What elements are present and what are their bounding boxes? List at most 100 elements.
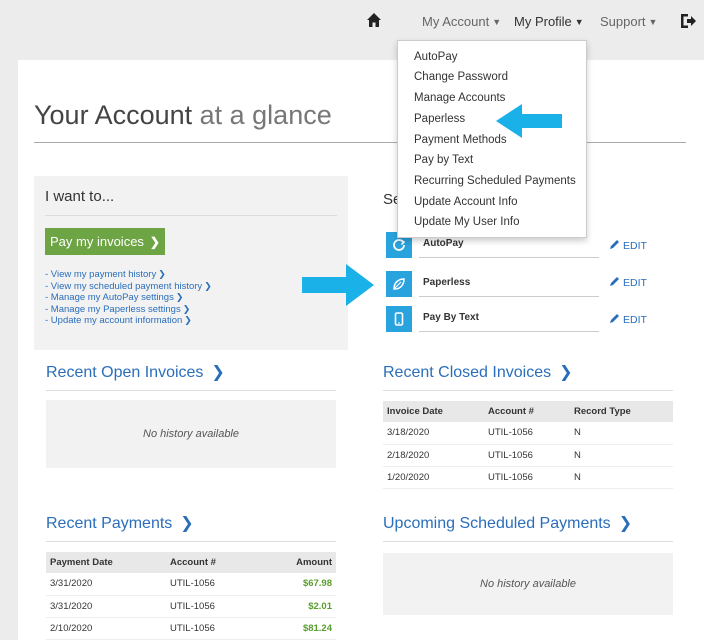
empty-message: No history available xyxy=(143,428,239,440)
quick-links: - View my payment history ❯ - View my sch… xyxy=(45,269,212,327)
chevron-right-icon: ❯ xyxy=(180,515,194,532)
invoice-date-cell: 1/20/2020 xyxy=(383,466,484,489)
table-row: 3/18/2020 UTIL-1056 N xyxy=(383,422,673,445)
phone-icon xyxy=(386,306,412,332)
page-title: Your Account at a glance xyxy=(34,100,332,131)
setting-row-paperless: Paperless xyxy=(386,271,600,297)
invoice-date-cell: 2/18/2020 xyxy=(383,444,484,467)
upcoming-scheduled-payments-title[interactable]: Upcoming Scheduled Payments ❯ xyxy=(383,513,632,533)
menu-item-update-account-info[interactable]: Update Account Info xyxy=(414,196,518,208)
menu-item-paperless[interactable]: Paperless xyxy=(414,113,465,125)
link-update-account-info[interactable]: - Update my account information ❯ xyxy=(45,315,212,327)
nav-support-label: Support xyxy=(600,14,646,29)
divider xyxy=(419,257,599,258)
caret-down-icon: ▼ xyxy=(574,17,584,27)
nav-my-account[interactable]: My Account ▼ xyxy=(422,14,501,29)
chevron-right-icon: ❯ xyxy=(158,269,166,279)
account-cell: UTIL-1056 xyxy=(484,422,570,445)
chevron-right-icon: ❯ xyxy=(559,364,573,381)
chevron-right-icon: ❯ xyxy=(211,364,225,381)
edit-paperless-link[interactable]: EDIT xyxy=(609,276,647,289)
setting-label: AutoPay xyxy=(423,238,464,249)
page-title-light: at a glance xyxy=(192,100,332,130)
table-row: 2/18/2020 UTIL-1056 N xyxy=(383,444,673,467)
divider xyxy=(383,390,673,391)
nav-my-account-label: My Account xyxy=(422,14,490,29)
table-header-row: Payment Date Account # Amount xyxy=(46,552,336,573)
divider xyxy=(419,296,599,297)
link-label: - View my scheduled payment history xyxy=(45,280,203,292)
edit-autopay-link[interactable]: EDIT xyxy=(609,239,647,252)
account-cell: UTIL-1056 xyxy=(484,466,570,489)
closed-invoices-table: Invoice Date Account # Record Type 3/18/… xyxy=(383,401,673,489)
menu-item-update-my-user-info[interactable]: Update My User Info xyxy=(414,216,519,228)
section-title-label: Recent Closed Invoices xyxy=(383,364,552,381)
divider xyxy=(46,390,336,391)
column-header: Invoice Date xyxy=(383,401,484,422)
link-label: - Manage my Paperless settings xyxy=(45,303,181,315)
section-title-label: Recent Open Invoices xyxy=(46,364,204,381)
open-invoices-empty: No history available xyxy=(46,400,336,468)
account-cell: UTIL-1056 xyxy=(166,595,266,618)
scheduled-payments-empty: No history available xyxy=(383,553,673,615)
setting-label: Paperless xyxy=(423,277,471,288)
pencil-icon xyxy=(610,314,619,323)
payment-date-cell: 3/31/2020 xyxy=(46,573,166,596)
logout-icon[interactable] xyxy=(679,12,697,30)
table-row: 3/31/2020 UTIL-1056 $2.01 xyxy=(46,595,336,618)
amount-cell: $2.01 xyxy=(266,595,336,618)
divider xyxy=(383,541,673,542)
pencil-icon xyxy=(610,240,619,249)
setting-label: Pay By Text xyxy=(423,312,479,323)
edit-label: EDIT xyxy=(623,240,647,252)
menu-item-payment-methods[interactable]: Payment Methods xyxy=(414,134,507,146)
column-header: Account # xyxy=(166,552,266,573)
top-nav: My Account ▼ My Profile ▼ Support ▼ xyxy=(0,0,704,44)
caret-down-icon: ▼ xyxy=(648,17,658,27)
menu-item-change-password[interactable]: Change Password xyxy=(414,71,508,83)
edit-pay-by-text-link[interactable]: EDIT xyxy=(609,313,647,326)
column-header: Account # xyxy=(484,401,570,422)
menu-item-recurring-scheduled-payments[interactable]: Recurring Scheduled Payments xyxy=(414,175,576,187)
link-view-scheduled-history[interactable]: - View my scheduled payment history ❯ xyxy=(45,281,212,293)
link-view-payment-history[interactable]: - View my payment history ❯ xyxy=(45,269,212,281)
link-manage-paperless[interactable]: - Manage my Paperless settings ❯ xyxy=(45,304,212,316)
section-title-label: Upcoming Scheduled Payments xyxy=(383,515,611,532)
nav-support[interactable]: Support ▼ xyxy=(600,14,657,29)
link-label: - Manage my AutoPay settings xyxy=(45,292,174,303)
menu-item-manage-accounts[interactable]: Manage Accounts xyxy=(414,92,505,104)
menu-item-autopay[interactable]: AutoPay xyxy=(414,51,457,63)
menu-item-pay-by-text[interactable]: Pay by Text xyxy=(414,154,473,166)
column-header: Record Type xyxy=(570,401,673,422)
account-cell: UTIL-1056 xyxy=(166,617,266,640)
arrow-right-icon xyxy=(302,264,374,306)
recent-closed-invoices-title[interactable]: Recent Closed Invoices ❯ xyxy=(383,362,573,382)
account-cell: UTIL-1056 xyxy=(166,573,266,596)
chevron-right-icon: ❯ xyxy=(204,280,212,291)
caret-down-icon: ▼ xyxy=(492,17,502,27)
link-manage-autopay[interactable]: - Manage my AutoPay settings ❯ xyxy=(45,292,212,304)
section-title-label: Recent Payments xyxy=(46,515,173,532)
recent-open-invoices-title[interactable]: Recent Open Invoices ❯ xyxy=(46,362,225,382)
pay-invoices-label: Pay my invoices xyxy=(50,234,144,249)
my-profile-dropdown: AutoPay Change Password Manage Accounts … xyxy=(397,40,587,238)
table-header-row: Invoice Date Account # Record Type xyxy=(383,401,673,422)
chevron-right-icon: ❯ xyxy=(175,292,184,302)
account-cell: UTIL-1056 xyxy=(484,444,570,467)
link-label: - Update my account information xyxy=(45,315,183,326)
divider xyxy=(419,331,599,332)
home-icon[interactable] xyxy=(366,12,382,28)
table-row: 1/20/2020 UTIL-1056 N xyxy=(383,466,673,489)
i-want-to-title: I want to... xyxy=(45,188,115,205)
chevron-right-icon: ❯ xyxy=(618,515,633,532)
column-header: Payment Date xyxy=(46,552,166,573)
payment-date-cell: 2/10/2020 xyxy=(46,617,166,640)
pay-invoices-button[interactable]: Pay my invoices ❯ xyxy=(45,228,165,255)
nav-my-profile-label: My Profile xyxy=(514,14,572,29)
nav-my-profile[interactable]: My Profile ▼ xyxy=(514,14,584,29)
record-type-cell: N xyxy=(570,466,673,489)
setting-row-pay-by-text: Pay By Text xyxy=(386,306,600,332)
link-label: - View my payment history xyxy=(45,269,157,280)
recent-payments-title[interactable]: Recent Payments ❯ xyxy=(46,513,194,533)
record-type-cell: N xyxy=(570,444,673,467)
